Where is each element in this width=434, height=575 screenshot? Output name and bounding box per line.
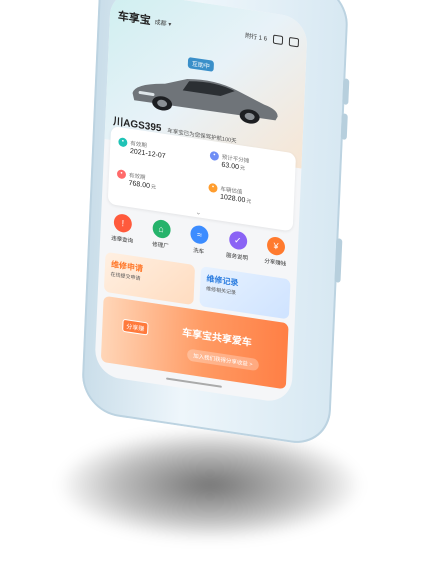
violation-icon: ! bbox=[113, 212, 133, 234]
quick-violation[interactable]: ! 违章查询 bbox=[104, 212, 141, 253]
phone-shadow bbox=[60, 430, 360, 540]
info-value-text: 63.00 bbox=[221, 161, 240, 172]
phone: 车享宝 成都 ▾ 附行 1 6 互助中 川AGS395 车享宝已为您保驾护航10… bbox=[80, 0, 350, 449]
banner-title: 车享宝共享爱车 bbox=[181, 327, 252, 350]
message-icon[interactable] bbox=[272, 34, 284, 45]
info-value: 768.00元 bbox=[128, 180, 156, 191]
power-button bbox=[334, 238, 343, 283]
info-value: 2021-12-07 bbox=[130, 148, 166, 160]
volume-down-button bbox=[340, 113, 348, 141]
info-value: 1028.00元 bbox=[220, 194, 251, 206]
info-value-text: 2021-12-07 bbox=[129, 147, 166, 161]
info-unit: 元 bbox=[150, 184, 156, 191]
share-icon: • bbox=[209, 150, 220, 162]
app-screen: 车享宝 成都 ▾ 附行 1 6 互助中 川AGS395 车享宝已为您保驾护航10… bbox=[94, 0, 308, 405]
quick-wash[interactable]: ≈ 洗车 bbox=[180, 223, 217, 264]
scan-icon[interactable] bbox=[288, 36, 300, 47]
info-unit: 元 bbox=[246, 198, 252, 206]
volume-up-button bbox=[342, 78, 350, 106]
info-unit: 元 bbox=[239, 165, 246, 173]
info-value-text: 768.00 bbox=[128, 179, 151, 191]
city-selector[interactable]: 成都 ▾ bbox=[155, 16, 172, 27]
share-money-icon: ¥ bbox=[266, 235, 286, 257]
city-label: 成都 bbox=[154, 19, 167, 28]
quick-share[interactable]: ¥ 分享赚钱 bbox=[257, 234, 294, 275]
valuation-icon: • bbox=[208, 182, 218, 194]
quick-service[interactable]: ✓ 服务说明 bbox=[219, 229, 256, 270]
quick-label: 洗车 bbox=[193, 247, 205, 256]
banner-tag: 分享赚 bbox=[122, 318, 149, 336]
chevron-down-icon[interactable]: ⌄ bbox=[195, 208, 201, 217]
service-icon: ✓ bbox=[228, 230, 248, 251]
garage-icon: ⌂ bbox=[151, 218, 171, 240]
quick-label: 违章查询 bbox=[111, 235, 134, 245]
money-icon: • bbox=[116, 169, 127, 180]
banner-button[interactable]: 加入我们获得分享收益 > bbox=[186, 348, 259, 372]
home-indicator bbox=[166, 377, 222, 388]
quick-label: 修理厂 bbox=[152, 241, 169, 251]
quick-garage[interactable]: ⌂ 修理厂 bbox=[142, 217, 179, 258]
header-status: 附行 1 6 bbox=[245, 32, 268, 43]
car-wash-icon: ≈ bbox=[190, 224, 209, 245]
quick-label: 服务说明 bbox=[225, 252, 249, 263]
clock-icon: • bbox=[118, 137, 128, 148]
quick-label: 分享赚钱 bbox=[264, 258, 287, 268]
